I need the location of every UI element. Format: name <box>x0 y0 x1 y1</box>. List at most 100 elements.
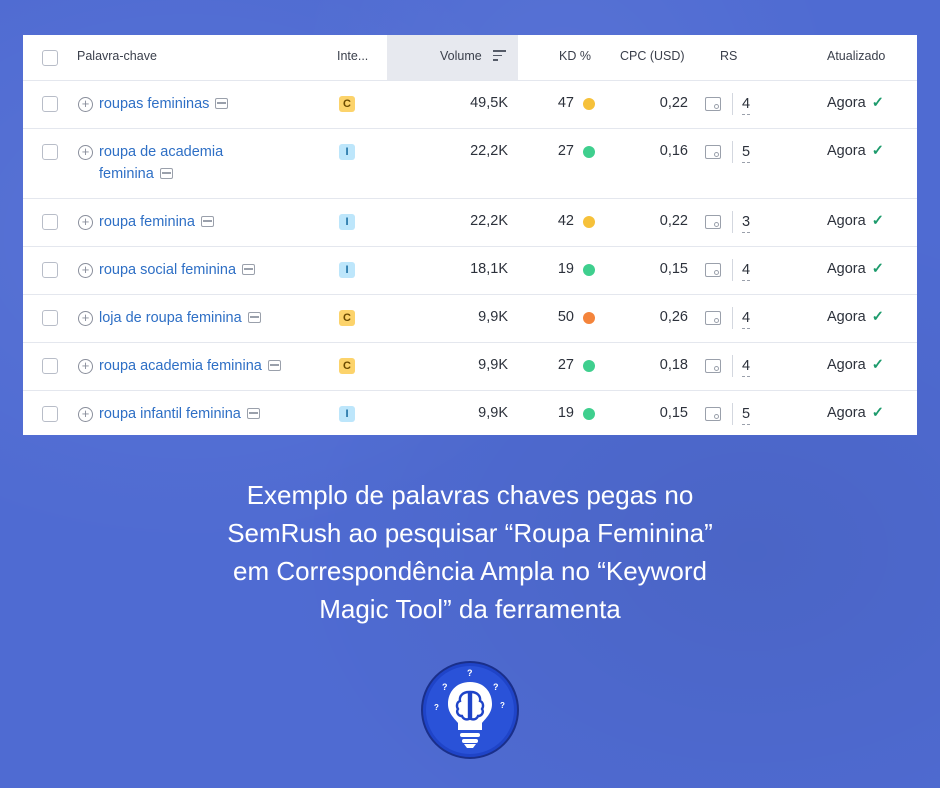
row-checkbox[interactable] <box>42 144 58 160</box>
checkmark-icon: ✓ <box>871 95 884 111</box>
serp-search-icon[interactable] <box>705 145 721 159</box>
updated-status: Agora ✓ <box>827 309 884 325</box>
keyword-text-continued[interactable]: feminina <box>99 166 154 182</box>
keyword-text[interactable]: roupa academia feminina <box>99 358 262 374</box>
serp-features-icon[interactable] <box>200 216 214 227</box>
intent-badge: I <box>339 214 355 230</box>
row-checkbox[interactable] <box>42 262 58 278</box>
updated-status: Agora ✓ <box>827 261 884 277</box>
keyword-link[interactable]: roupa feminina <box>99 211 214 233</box>
rs-value[interactable]: 4 <box>742 357 751 377</box>
serp-search-icon[interactable] <box>705 215 721 229</box>
kd-value: 27 <box>557 357 574 373</box>
rs-value[interactable]: 4 <box>742 261 751 281</box>
serp-features-icon[interactable] <box>267 360 281 371</box>
intent-badge: I <box>339 262 355 278</box>
add-keyword-icon[interactable]: + <box>78 263 93 278</box>
checkmark-icon: ✓ <box>871 143 884 159</box>
header-rs[interactable]: RS <box>720 49 737 63</box>
kd-indicator-dot <box>583 146 595 158</box>
keyword-text[interactable]: roupa de academia <box>99 144 223 160</box>
volume-value: 9,9K <box>478 357 508 373</box>
serp-search-icon[interactable] <box>705 97 721 111</box>
rs-value[interactable]: 3 <box>742 213 751 233</box>
updated-status: Agora ✓ <box>827 357 884 373</box>
serp-features-icon[interactable] <box>215 98 229 109</box>
select-all-checkbox[interactable] <box>42 50 58 66</box>
brain-lightbulb-icon: ? ? ? ? ? <box>421 661 519 759</box>
question-mark: ? <box>500 701 505 710</box>
serp-features-icon[interactable] <box>242 264 256 275</box>
table-row: + roupa social feminina I 18,1K 19 0,15 4 Agora… <box>23 246 917 295</box>
question-mark: ? <box>467 668 473 678</box>
cpc-value: 0,15 <box>659 405 688 421</box>
checkmark-icon: ✓ <box>871 261 884 277</box>
keyword-text[interactable]: roupa social feminina <box>99 262 236 278</box>
updated-status: Agora ✓ <box>827 95 884 111</box>
header-cpc[interactable]: CPC (USD) <box>620 49 685 63</box>
keyword-link[interactable]: roupa infantil feminina <box>99 403 260 425</box>
volume-value: 22,2K <box>470 213 508 229</box>
kd-value: 50 <box>557 309 574 325</box>
keyword-text[interactable]: loja de roupa feminina <box>99 310 242 326</box>
row-checkbox[interactable] <box>42 358 58 374</box>
cpc-value: 0,22 <box>659 95 688 111</box>
updated-status: Agora ✓ <box>827 405 884 421</box>
cpc-value: 0,16 <box>659 143 688 159</box>
add-keyword-icon[interactable]: + <box>78 145 93 160</box>
updated-text: Agora <box>827 357 866 373</box>
rs-value[interactable]: 5 <box>742 143 751 163</box>
row-checkbox[interactable] <box>42 310 58 326</box>
header-updated[interactable]: Atualizado <box>827 49 885 63</box>
keyword-text[interactable]: roupa feminina <box>99 214 195 230</box>
add-keyword-icon[interactable]: + <box>78 97 93 112</box>
keyword-link[interactable]: roupas femininas <box>99 93 229 115</box>
header-keyword[interactable]: Palavra-chave <box>77 49 157 63</box>
row-checkbox[interactable] <box>42 406 58 422</box>
table-row: + loja de roupa feminina C 9,9K 50 0,26 4 Agora… <box>23 294 917 343</box>
header-intent[interactable]: Inte... <box>337 49 368 63</box>
add-keyword-icon[interactable]: + <box>78 311 93 326</box>
serp-features-icon[interactable] <box>246 408 260 419</box>
updated-text: Agora <box>827 213 866 229</box>
rs-value[interactable]: 5 <box>742 405 751 425</box>
keyword-text[interactable]: roupa infantil feminina <box>99 406 241 422</box>
keyword-link[interactable]: roupa social feminina <box>99 259 256 281</box>
rs-value[interactable]: 4 <box>742 309 751 329</box>
cpc-value: 0,15 <box>659 261 688 277</box>
rs-divider <box>732 259 733 281</box>
add-keyword-icon[interactable]: + <box>78 359 93 374</box>
keyword-link[interactable]: roupa de academia feminina <box>99 141 223 185</box>
keyword-link[interactable]: loja de roupa feminina <box>99 307 261 329</box>
intent-badge: C <box>339 310 355 326</box>
header-volume[interactable]: Volume <box>440 49 482 63</box>
cpc-value: 0,22 <box>659 213 688 229</box>
row-checkbox[interactable] <box>42 214 58 230</box>
volume-value: 9,9K <box>478 405 508 421</box>
volume-value: 49,5K <box>470 95 508 111</box>
table-row: + roupa feminina I 22,2K 42 0,22 3 Agora ✓ <box>23 198 917 247</box>
serp-search-icon[interactable] <box>705 359 721 373</box>
serp-search-icon[interactable] <box>705 407 721 421</box>
table-row: + roupa academia feminina C 9,9K 27 0,18 4 Agor… <box>23 342 917 391</box>
serp-search-icon[interactable] <box>705 311 721 325</box>
serp-search-icon[interactable] <box>705 263 721 277</box>
header-kd[interactable]: KD % <box>559 49 591 63</box>
serp-features-icon[interactable] <box>247 312 261 323</box>
row-checkbox[interactable] <box>42 96 58 112</box>
intent-badge: C <box>339 96 355 112</box>
serp-features-icon[interactable] <box>159 168 173 179</box>
kd-indicator-dot <box>583 312 595 324</box>
keyword-text[interactable]: roupas femininas <box>99 96 209 112</box>
rs-value[interactable]: 4 <box>742 95 751 115</box>
add-keyword-icon[interactable]: + <box>78 407 93 422</box>
keyword-link[interactable]: roupa academia feminina <box>99 355 281 377</box>
updated-text: Agora <box>827 309 866 325</box>
caption: Exemplo de palavras chaves pegas no SemR… <box>150 476 790 628</box>
sort-desc-icon[interactable] <box>493 50 506 61</box>
kd-value: 19 <box>557 261 574 277</box>
checkmark-icon: ✓ <box>871 357 884 373</box>
caption-line: SemRush ao pesquisar “Roupa Feminina” <box>227 518 713 548</box>
add-keyword-icon[interactable]: + <box>78 215 93 230</box>
kd-value: 19 <box>557 405 574 421</box>
